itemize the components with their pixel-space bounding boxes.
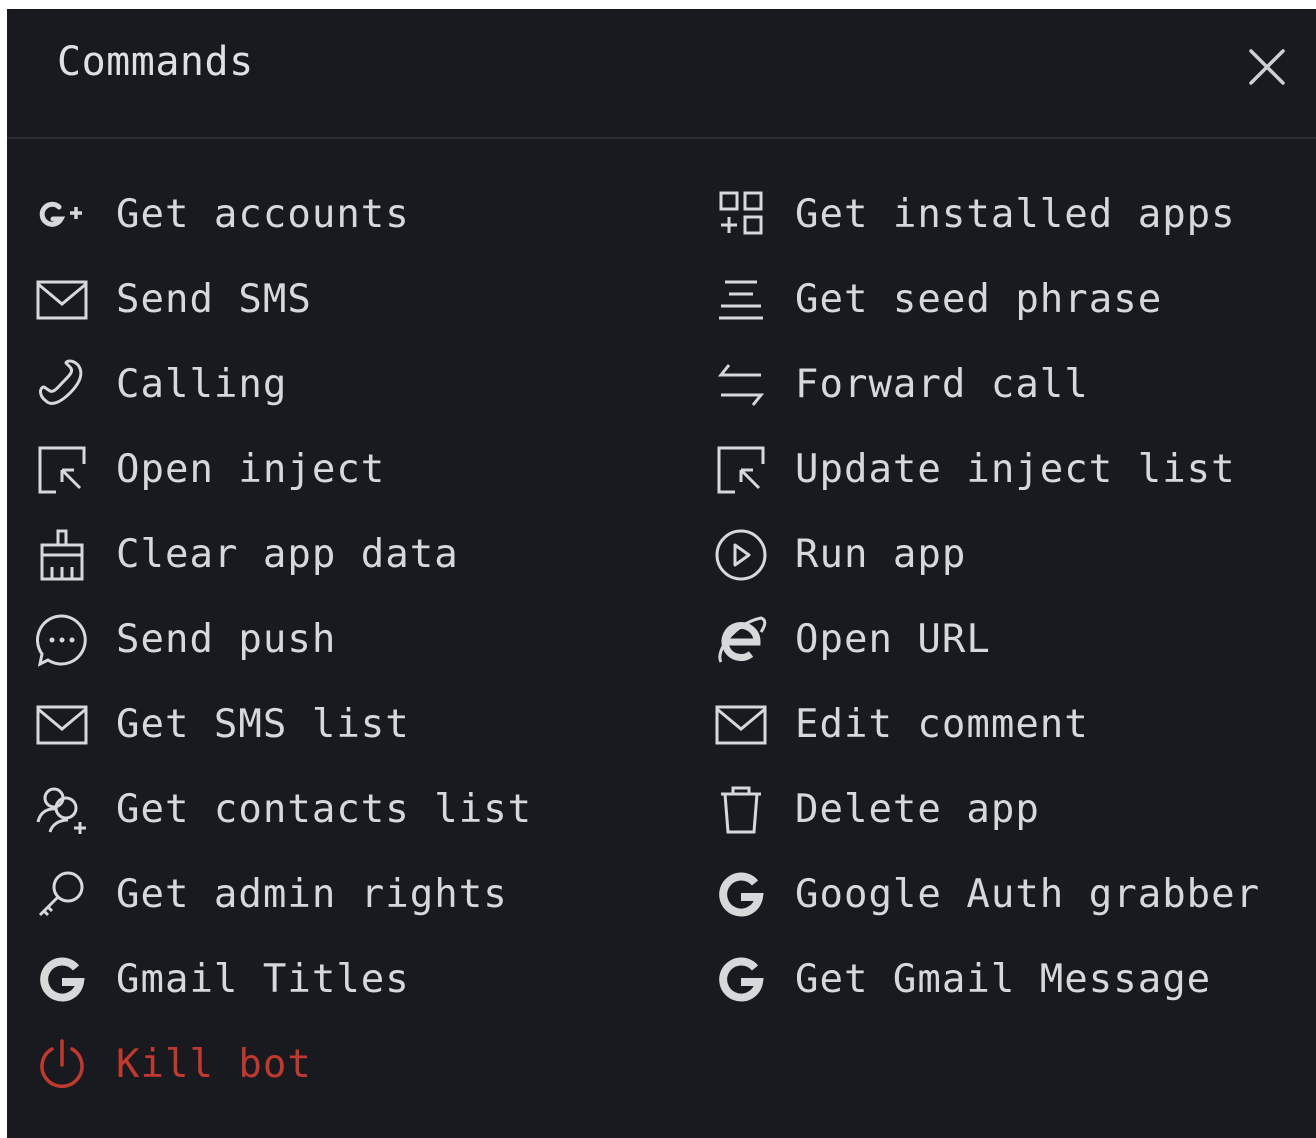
command-get-sms-list[interactable]: Get SMS list (32, 682, 532, 767)
envelope-icon (32, 695, 92, 755)
command-get-admin-rights[interactable]: Get admin rights (32, 852, 532, 937)
apps-grid-icon (711, 185, 771, 245)
command-label: Get Gmail Message (795, 957, 1212, 1002)
google-icon (711, 865, 771, 925)
command-get-accounts[interactable]: Get accounts (32, 172, 532, 257)
envelope-icon (711, 695, 771, 755)
command-kill-bot[interactable]: Kill bot (32, 1022, 532, 1107)
swap-arrows-icon (711, 355, 771, 415)
command-delete-app[interactable]: Delete app (711, 767, 1260, 852)
command-label: Kill bot (116, 1042, 312, 1087)
command-label: Edit comment (795, 702, 1089, 747)
trash-icon (711, 780, 771, 840)
command-label: Clear app data (116, 532, 459, 577)
google-plus-icon (32, 185, 92, 245)
commands-right-column: Get installed apps Get seed phrase Forwa… (711, 172, 1260, 1022)
command-label: Gmail Titles (116, 957, 410, 1002)
align-center-icon (711, 270, 771, 330)
command-label: Get installed apps (795, 192, 1236, 237)
command-label: Update inject list (795, 447, 1236, 492)
command-label: Get admin rights (116, 872, 508, 917)
command-forward-call[interactable]: Forward call (711, 342, 1260, 427)
command-label: Get seed phrase (795, 277, 1163, 322)
contacts-icon (32, 780, 92, 840)
command-label: Google Auth grabber (795, 872, 1261, 917)
commands-dialog: Commands Get accounts Send SMS Calling O… (7, 9, 1316, 1138)
chat-bubble-icon (32, 610, 92, 670)
command-get-seed-phrase[interactable]: Get seed phrase (711, 257, 1260, 342)
command-send-sms[interactable]: Send SMS (32, 257, 532, 342)
broom-icon (32, 525, 92, 585)
command-get-gmail-message[interactable]: Get Gmail Message (711, 937, 1260, 1022)
cursor-box-icon (32, 440, 92, 500)
command-calling[interactable]: Calling (32, 342, 532, 427)
play-circle-icon (711, 525, 771, 585)
dialog-title: Commands (57, 39, 254, 85)
power-icon (32, 1035, 92, 1095)
command-label: Get accounts (116, 192, 410, 237)
command-open-url[interactable]: Open URL (711, 597, 1260, 682)
command-label: Run app (795, 532, 967, 577)
google-icon (32, 950, 92, 1010)
command-clear-app-data[interactable]: Clear app data (32, 512, 532, 597)
command-google-auth-grabber[interactable]: Google Auth grabber (711, 852, 1260, 937)
command-send-push[interactable]: Send push (32, 597, 532, 682)
command-open-inject[interactable]: Open inject (32, 427, 532, 512)
dialog-header: Commands (7, 9, 1316, 139)
command-update-inject-list[interactable]: Update inject list (711, 427, 1260, 512)
command-run-app[interactable]: Run app (711, 512, 1260, 597)
command-label: Open URL (795, 617, 991, 662)
key-icon (32, 865, 92, 925)
envelope-icon (32, 270, 92, 330)
command-label: Get SMS list (116, 702, 410, 747)
command-label: Open inject (116, 447, 386, 492)
command-get-installed-apps[interactable]: Get installed apps (711, 172, 1260, 257)
close-button[interactable] (1243, 43, 1291, 91)
command-label: Forward call (795, 362, 1089, 407)
command-get-contacts-list[interactable]: Get contacts list (32, 767, 532, 852)
command-label: Send SMS (116, 277, 312, 322)
commands-left-column: Get accounts Send SMS Calling Open injec… (32, 172, 532, 1107)
phone-icon (32, 355, 92, 415)
command-gmail-titles[interactable]: Gmail Titles (32, 937, 532, 1022)
command-edit-comment[interactable]: Edit comment (711, 682, 1260, 767)
internet-explorer-icon (711, 610, 771, 670)
command-label: Delete app (795, 787, 1040, 832)
command-label: Get contacts list (116, 787, 533, 832)
cursor-box-icon (711, 440, 771, 500)
google-icon (711, 950, 771, 1010)
close-icon (1249, 49, 1285, 85)
command-label: Calling (116, 362, 288, 407)
command-label: Send push (116, 617, 337, 662)
